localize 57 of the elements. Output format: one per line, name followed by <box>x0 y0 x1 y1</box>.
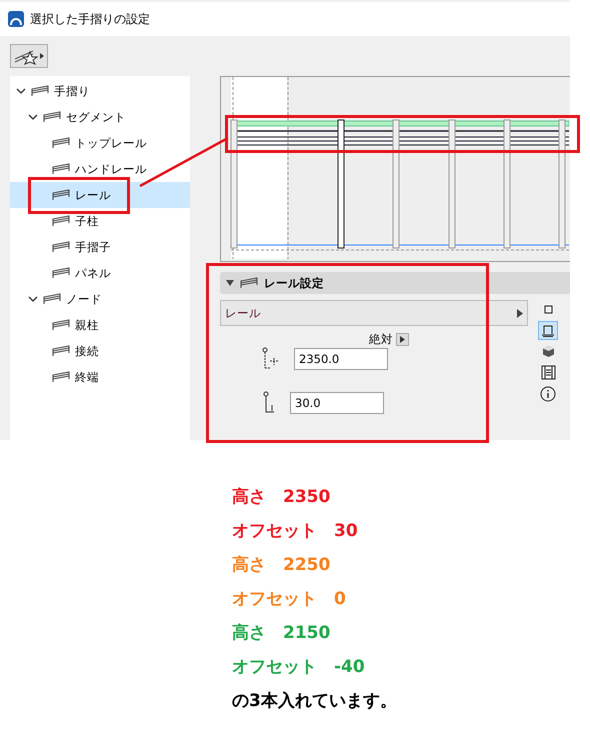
railing-icon <box>52 371 70 383</box>
tree-item[interactable]: 子柱 <box>10 208 190 234</box>
app-logo-icon <box>8 11 24 27</box>
floor-plan-icon <box>541 324 555 337</box>
railing-icon <box>43 293 61 305</box>
railing-icon <box>52 215 70 227</box>
favorites-button[interactable] <box>10 44 48 68</box>
tree-item[interactable]: ノード <box>10 286 190 312</box>
section-header[interactable]: レール設定 <box>220 272 570 294</box>
note-text: の3本入れています。 <box>232 690 398 712</box>
railing-icon <box>52 345 70 357</box>
window-title: 選択した手摺りの設定 <box>30 10 150 28</box>
square-icon <box>544 305 552 314</box>
view-button[interactable] <box>538 384 558 403</box>
view-button[interactable] <box>538 321 558 340</box>
tree-item[interactable]: 終端 <box>10 364 190 390</box>
chevron-icon[interactable] <box>28 112 38 122</box>
railing-icon <box>240 277 258 289</box>
note-text: 高さ 2250 <box>232 554 332 576</box>
note-text: オフセット -40 <box>232 656 366 678</box>
tree-item[interactable]: レール <box>10 182 190 208</box>
tree-item[interactable]: ハンドレール <box>10 156 190 182</box>
railing-icon <box>52 319 70 331</box>
railing-icon <box>52 163 70 175</box>
section-title: レール設定 <box>264 276 324 290</box>
tree-item[interactable]: 親柱 <box>10 312 190 338</box>
collapse-icon[interactable] <box>226 280 234 286</box>
note-text: オフセット 0 <box>232 588 347 610</box>
note-text: 高さ 2150 <box>232 622 332 644</box>
tree-item[interactable]: パネル <box>10 260 190 286</box>
railing-icon <box>52 189 70 201</box>
offset-icon <box>262 391 276 415</box>
caret-icon <box>517 308 523 318</box>
tree-item[interactable]: セグメント <box>10 104 190 130</box>
film-icon <box>540 365 556 380</box>
info-icon <box>540 386 556 402</box>
rail-dropdown[interactable]: レール <box>220 300 528 326</box>
tree-item[interactable]: 手摺り <box>10 78 190 104</box>
railing-icon <box>43 111 61 123</box>
note-text: オフセット 30 <box>232 520 359 542</box>
mode-button[interactable] <box>396 333 409 346</box>
tree-item[interactable]: トップレール <box>10 130 190 156</box>
railing-icon <box>52 241 70 253</box>
railing-icon <box>52 137 70 149</box>
mode-label: 絶対 <box>369 332 393 347</box>
chevron-icon[interactable] <box>16 86 26 96</box>
caret-icon <box>400 336 405 343</box>
tree-item[interactable]: 接続 <box>10 338 190 364</box>
railing-icon <box>52 267 70 279</box>
note-text: 高さ 2350 <box>232 486 332 508</box>
value-field[interactable]: 2350.0 <box>294 348 388 370</box>
height-icon <box>262 347 280 371</box>
chevron-icon[interactable] <box>28 294 38 304</box>
cube-icon <box>542 345 554 358</box>
railing-icon <box>31 85 49 97</box>
tree-item[interactable]: 手摺子 <box>10 234 190 260</box>
value-field[interactable]: 30.0 <box>290 392 384 414</box>
